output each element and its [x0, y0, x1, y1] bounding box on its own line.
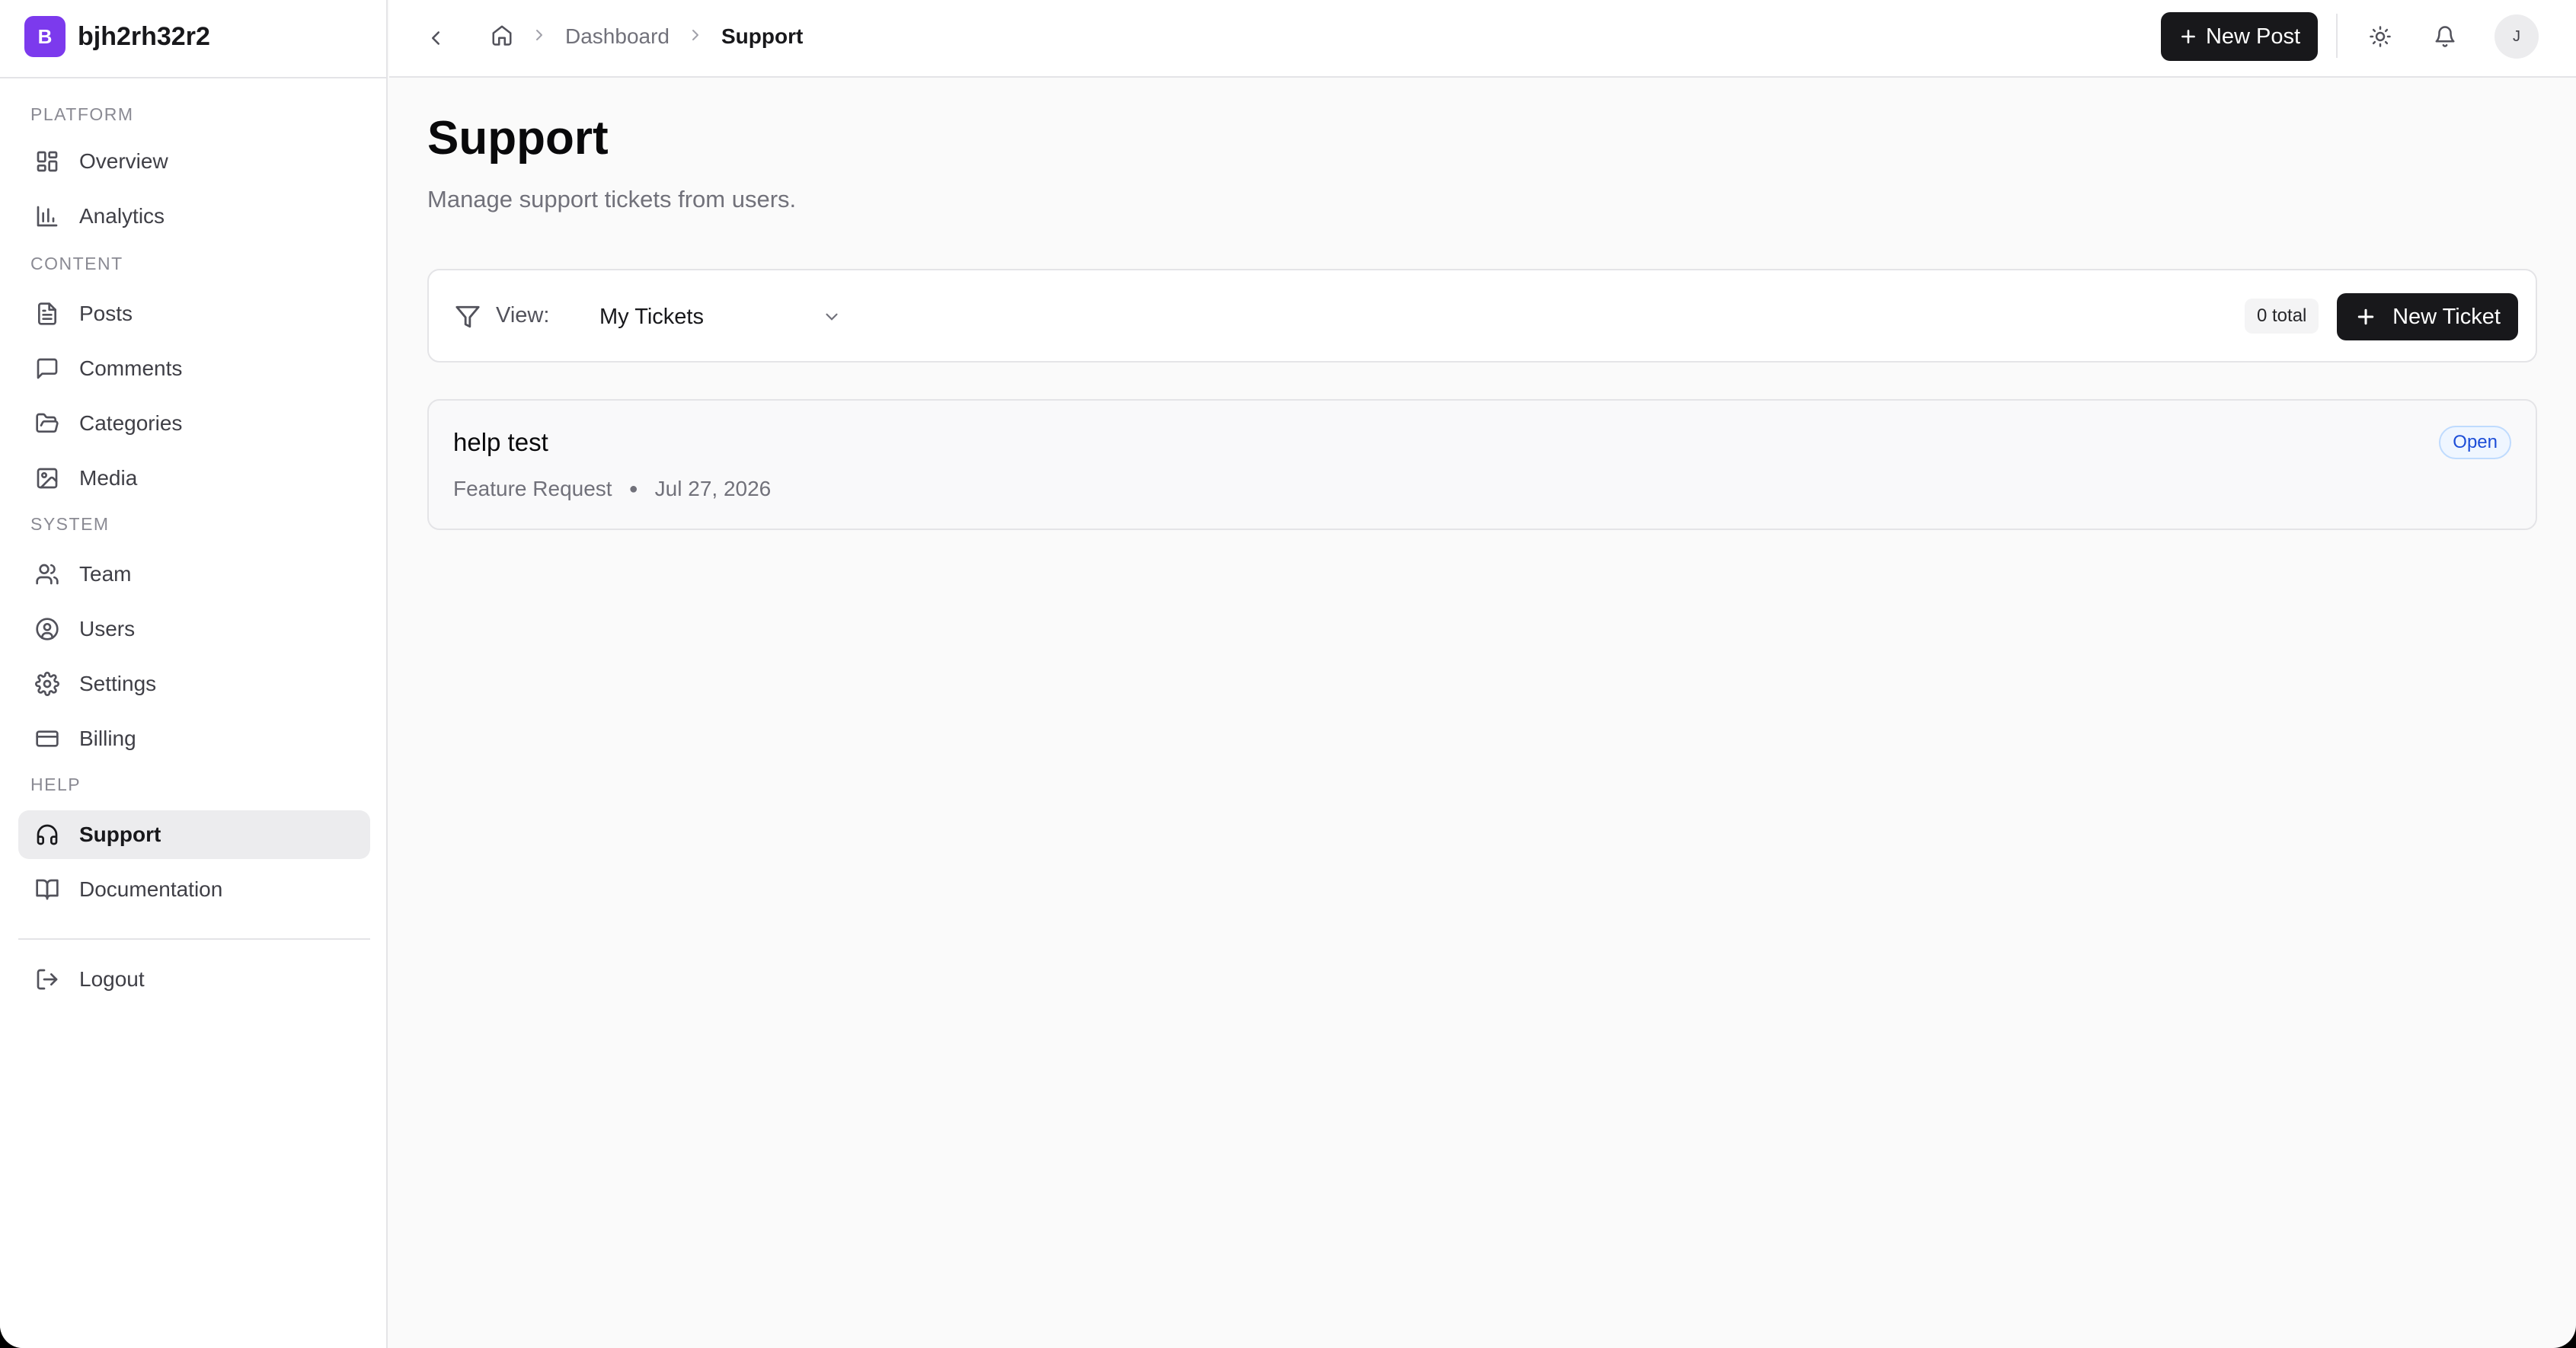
plus-icon: [2181, 30, 2195, 43]
file-text-icon: [38, 302, 56, 325]
book-open-icon: [36, 879, 59, 900]
ticket-meta: Feature Request ● Jul 27, 2026: [453, 477, 771, 501]
ticket-title: help test: [453, 428, 548, 456]
user-circle-icon: [36, 618, 59, 640]
view-select-value: My Tickets: [599, 304, 704, 329]
breadcrumb: Dashboard Support: [491, 21, 820, 52]
status-badge: Open: [2439, 426, 2511, 459]
users-icon: [36, 564, 59, 585]
section-label-content: CONTENT: [30, 254, 123, 273]
sidebar-item-label: Posts: [79, 302, 133, 325]
folder-open-icon: [36, 413, 59, 433]
sidebar-item-media[interactable]: Media: [18, 454, 370, 503]
logout-label: Logout: [79, 967, 145, 991]
back-button[interactable]: [422, 24, 449, 52]
sidebar-item-support[interactable]: Support: [18, 810, 370, 859]
logout-button[interactable]: Logout: [18, 955, 370, 1004]
brand[interactable]: B bjh2rh32r2: [24, 15, 210, 58]
new-ticket-label: New Ticket: [2392, 304, 2501, 329]
sidebar-item-label: Overview: [79, 149, 168, 173]
image-icon: [37, 468, 58, 489]
breadcrumb-current: Support: [721, 24, 804, 48]
chevron-right-icon: [530, 26, 548, 48]
page-title: Support: [427, 112, 609, 165]
bar-chart-icon: [37, 206, 58, 227]
ticket-count-badge: 0 total: [2245, 299, 2319, 334]
sidebar-item-users[interactable]: Users: [18, 605, 370, 653]
logout-icon: [37, 969, 58, 990]
header-divider: [2336, 14, 2338, 58]
sidebar-separator: [18, 938, 370, 940]
sidebar-item-settings[interactable]: Settings: [18, 660, 370, 708]
ticket-date: Jul 27, 2026: [654, 477, 772, 500]
meta-separator-dot: ●: [628, 480, 638, 497]
ticket-category: Feature Request: [453, 477, 612, 500]
section-label-help: HELP: [30, 775, 81, 794]
ticket-filter-bar: View: My Tickets 0 total New Ticket: [427, 269, 2537, 363]
plus-icon: [2357, 308, 2374, 325]
sidebar-item-label: Team: [79, 562, 132, 586]
theme-toggle-button[interactable]: [2365, 21, 2395, 52]
view-label: View:: [496, 303, 550, 327]
page-subtitle: Manage support tickets from users.: [427, 186, 797, 212]
brand-logo: B: [24, 16, 66, 57]
filter-icon: [455, 304, 481, 334]
breadcrumb-dashboard[interactable]: Dashboard: [565, 24, 670, 49]
ticket-list-item[interactable]: help test Feature Request ● Jul 27, 2026…: [427, 399, 2537, 530]
sidebar-item-label: Media: [79, 466, 138, 490]
sidebar-item-comments[interactable]: Comments: [18, 344, 370, 393]
sidebar-item-analytics[interactable]: Analytics: [18, 192, 370, 241]
sidebar-item-overview[interactable]: Overview: [18, 137, 370, 186]
new-ticket-button[interactable]: New Ticket: [2337, 293, 2518, 340]
sidebar-item-billing[interactable]: Billing: [18, 714, 370, 763]
message-square-icon: [37, 358, 58, 379]
sidebar-item-posts[interactable]: Posts: [18, 289, 370, 338]
sidebar-item-label: Documentation: [79, 877, 223, 901]
new-post-button[interactable]: New Post: [2161, 12, 2318, 61]
sidebar-item-label: Settings: [79, 672, 157, 695]
bell-icon: [2435, 26, 2455, 47]
brand-name: bjh2rh32r2: [78, 21, 210, 51]
sidebar-item-label: Support: [79, 823, 161, 846]
sidebar: B bjh2rh32r2 PLATFORM Overview Analytics…: [0, 0, 388, 1348]
new-post-label: New Post: [2205, 24, 2301, 49]
chevron-left-icon: [432, 31, 439, 45]
sun-icon: [2370, 26, 2391, 47]
sidebar-item-label: Categories: [79, 411, 183, 435]
sidebar-item-label: Analytics: [79, 204, 165, 228]
sidebar-item-team[interactable]: Team: [18, 550, 370, 599]
avatar[interactable]: J: [2495, 14, 2539, 59]
top-header: Dashboard Support New Post J: [389, 0, 2576, 78]
gear-icon: [35, 672, 59, 696]
home-icon[interactable]: [491, 24, 513, 50]
sidebar-item-categories[interactable]: Categories: [18, 399, 370, 448]
app-window: B bjh2rh32r2 PLATFORM Overview Analytics…: [0, 0, 2576, 1348]
section-label-platform: PLATFORM: [30, 104, 134, 124]
section-label-system: SYSTEM: [30, 514, 110, 534]
chevron-right-icon: [686, 26, 705, 48]
sidebar-item-label: Users: [79, 617, 136, 640]
sidebar-item-documentation[interactable]: Documentation: [18, 865, 370, 914]
sidebar-divider: [0, 77, 388, 78]
sidebar-item-label: Comments: [79, 356, 183, 380]
sidebar-item-label: Billing: [79, 727, 136, 750]
credit-card-icon: [36, 730, 59, 747]
chevron-down-icon: [822, 307, 842, 331]
headphones-icon: [37, 824, 58, 845]
layout-grid-icon: [37, 151, 58, 172]
view-select[interactable]: My Tickets: [599, 293, 851, 340]
notifications-button[interactable]: [2430, 21, 2460, 52]
